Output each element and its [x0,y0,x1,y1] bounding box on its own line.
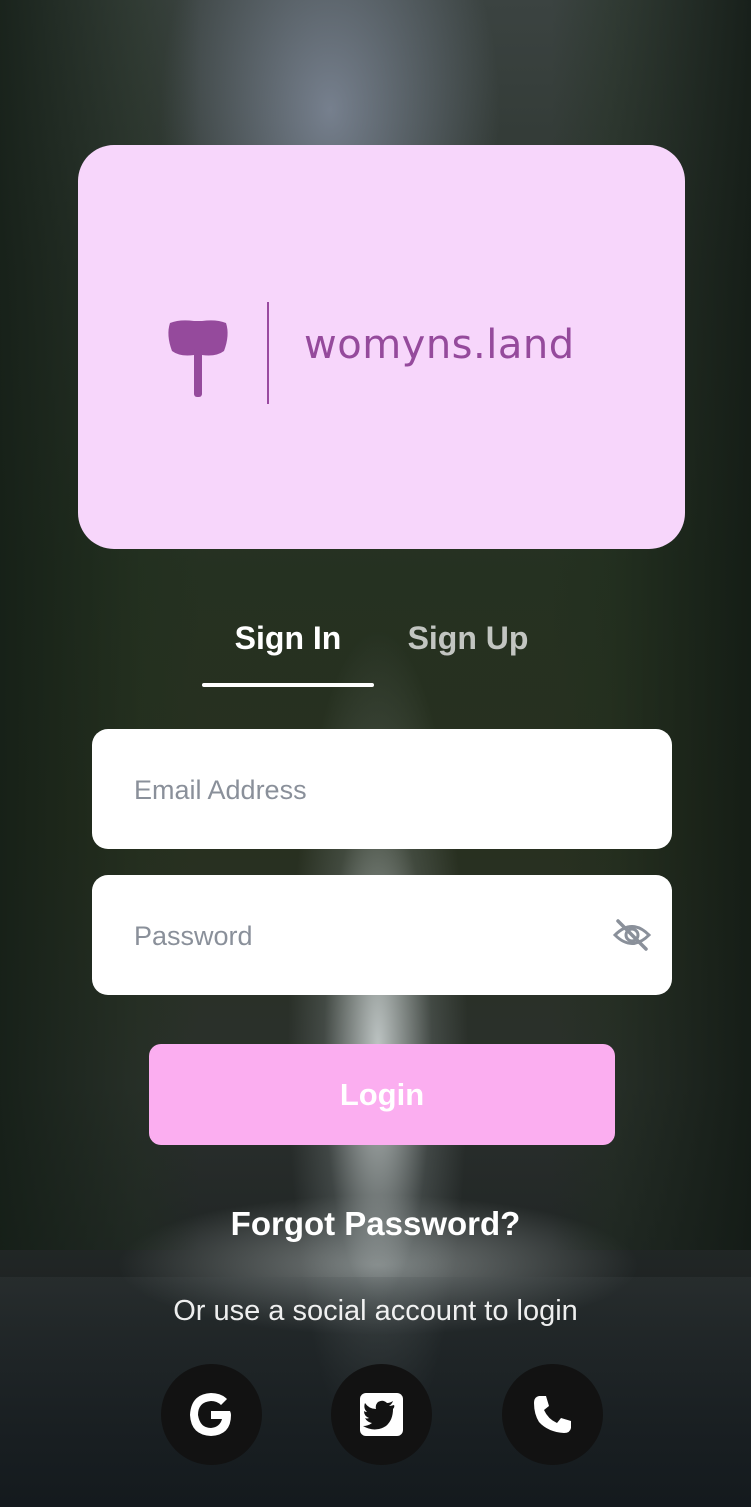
labrys-axe-icon [166,317,230,401]
email-field [92,729,672,851]
logo-card: womyns.land [78,145,685,549]
brand-name: womyns.land [304,322,575,368]
eye-slash-icon[interactable] [612,915,652,955]
tab-sign-in[interactable]: Sign In [202,616,374,660]
forgot-password-link[interactable]: Forgot Password? [0,1205,751,1243]
twitter-login-button[interactable] [331,1364,432,1465]
auth-tabs: Sign In Sign Up [0,616,751,696]
phone-login-button[interactable] [502,1364,603,1465]
password-field [92,875,672,997]
active-tab-indicator [202,683,374,687]
google-login-button[interactable] [161,1364,262,1465]
login-button[interactable]: Login [149,1044,615,1145]
social-login-caption: Or use a social account to login [173,1295,578,1327]
tab-sign-up[interactable]: Sign Up [388,616,548,660]
logo-divider [267,302,269,404]
sign-in-screen: womyns.land Sign In Sign Up Login Forgot… [0,0,751,1507]
email-input[interactable] [132,729,606,851]
password-input[interactable] [132,875,606,997]
